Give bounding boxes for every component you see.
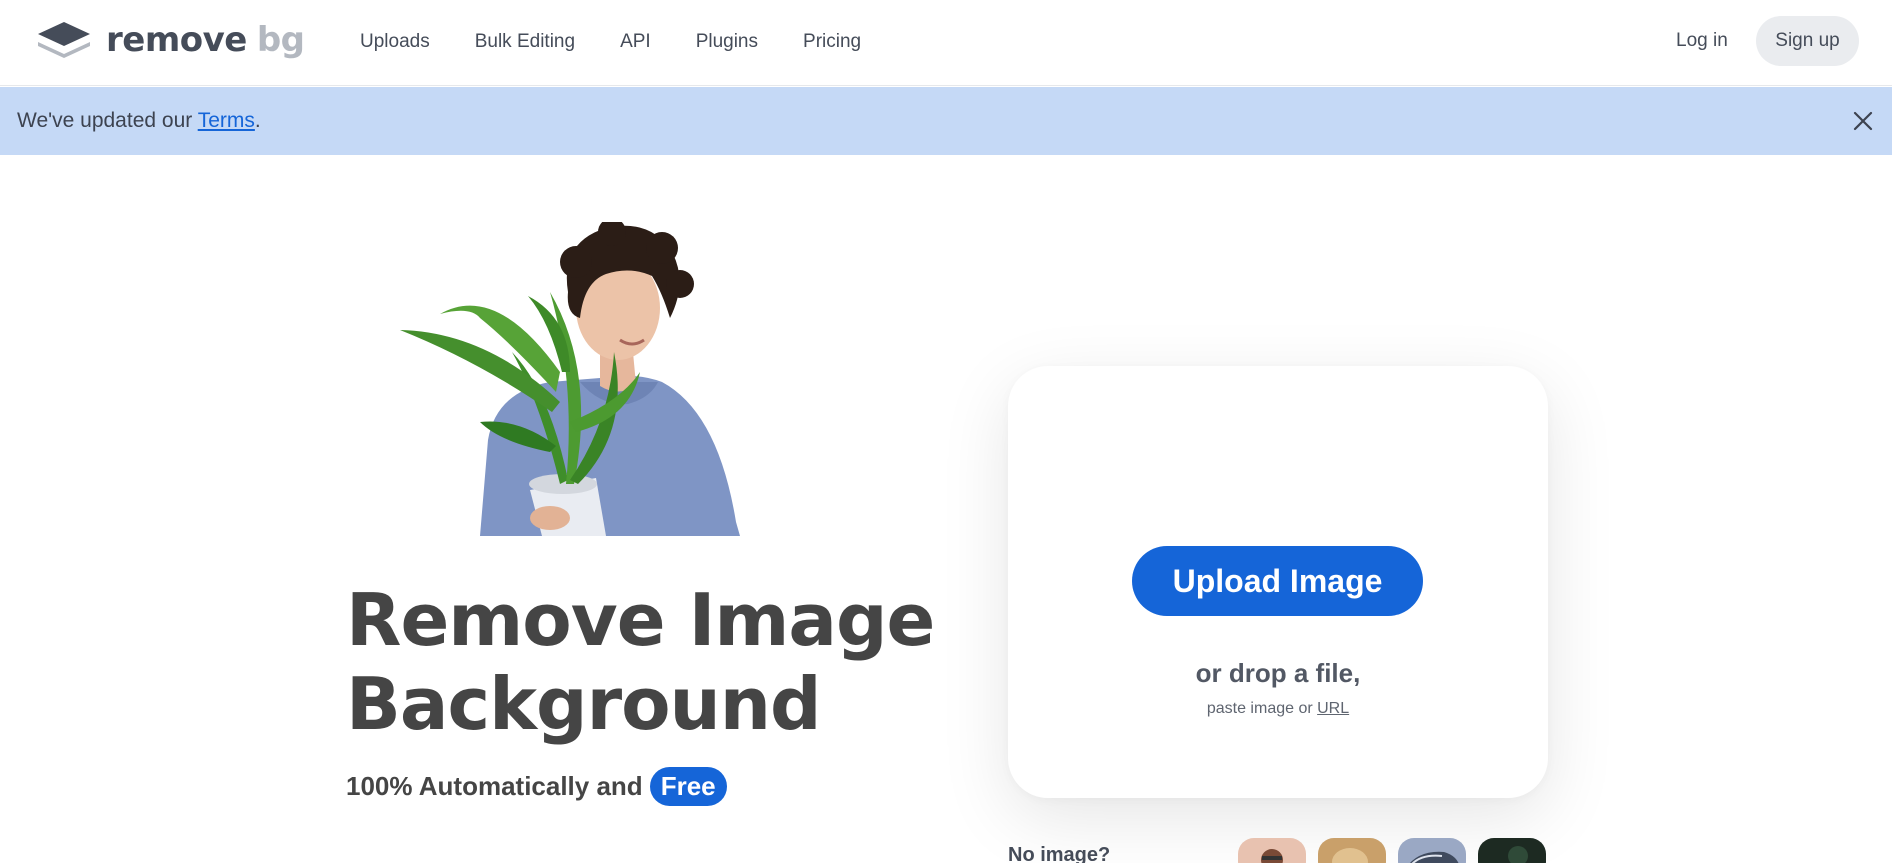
logo-wordmark: remove bg [106,20,305,60]
main-nav: Uploads Bulk Editing API Plugins Pricing [360,0,906,84]
sample-product-thumbnail[interactable] [1478,838,1546,863]
upload-dropzone[interactable]: Upload Image or drop a file, paste image… [1008,366,1548,798]
banner-message: We've updated our Terms. [17,109,261,133]
banner-text-before: We've updated our [17,109,198,132]
free-badge: Free [649,766,727,806]
nav-api[interactable]: API [620,31,651,53]
sample-car-thumbnail[interactable] [1398,838,1466,863]
nav-pricing[interactable]: Pricing [803,31,861,53]
layers-logo-icon [38,22,90,58]
no-image-label: No image? [1008,844,1111,863]
close-icon[interactable] [1852,110,1874,132]
title-line-1: Remove Image [346,578,935,662]
sample-person-thumbnail[interactable] [1238,838,1306,863]
login-link[interactable]: Log in [1676,30,1728,52]
terms-link[interactable]: Terms [198,109,255,132]
terms-banner: We've updated our Terms. [0,87,1892,155]
sample-animal-thumbnail[interactable] [1318,838,1386,863]
top-header: remove bg Uploads Bulk Editing API Plugin… [0,0,1892,86]
title-line-2: Background [346,662,822,746]
page-title: Remove Image Background [346,578,935,746]
subtitle-text: 100% Automatically and [346,770,643,801]
nav-bulk-editing[interactable]: Bulk Editing [475,31,575,53]
hero-subtitle: 100% Automatically and Free [346,766,727,806]
upload-image-button[interactable]: Upload Image [1132,546,1423,616]
signup-button[interactable]: Sign up [1756,16,1859,66]
man-holding-plant-photo [400,222,740,536]
paste-hint: paste image or URL [1008,700,1548,718]
logo-word-remove: remove [106,20,247,60]
url-link[interactable]: URL [1317,700,1349,717]
removebg-logo[interactable]: remove bg [36,20,305,60]
logo-word-bg: bg [256,20,305,60]
nav-plugins[interactable]: Plugins [696,31,758,53]
paste-hint-text: paste image or [1206,700,1318,717]
nav-uploads[interactable]: Uploads [360,31,430,53]
drop-file-text: or drop a file, [1195,658,1361,688]
banner-text-after: . [254,109,261,132]
